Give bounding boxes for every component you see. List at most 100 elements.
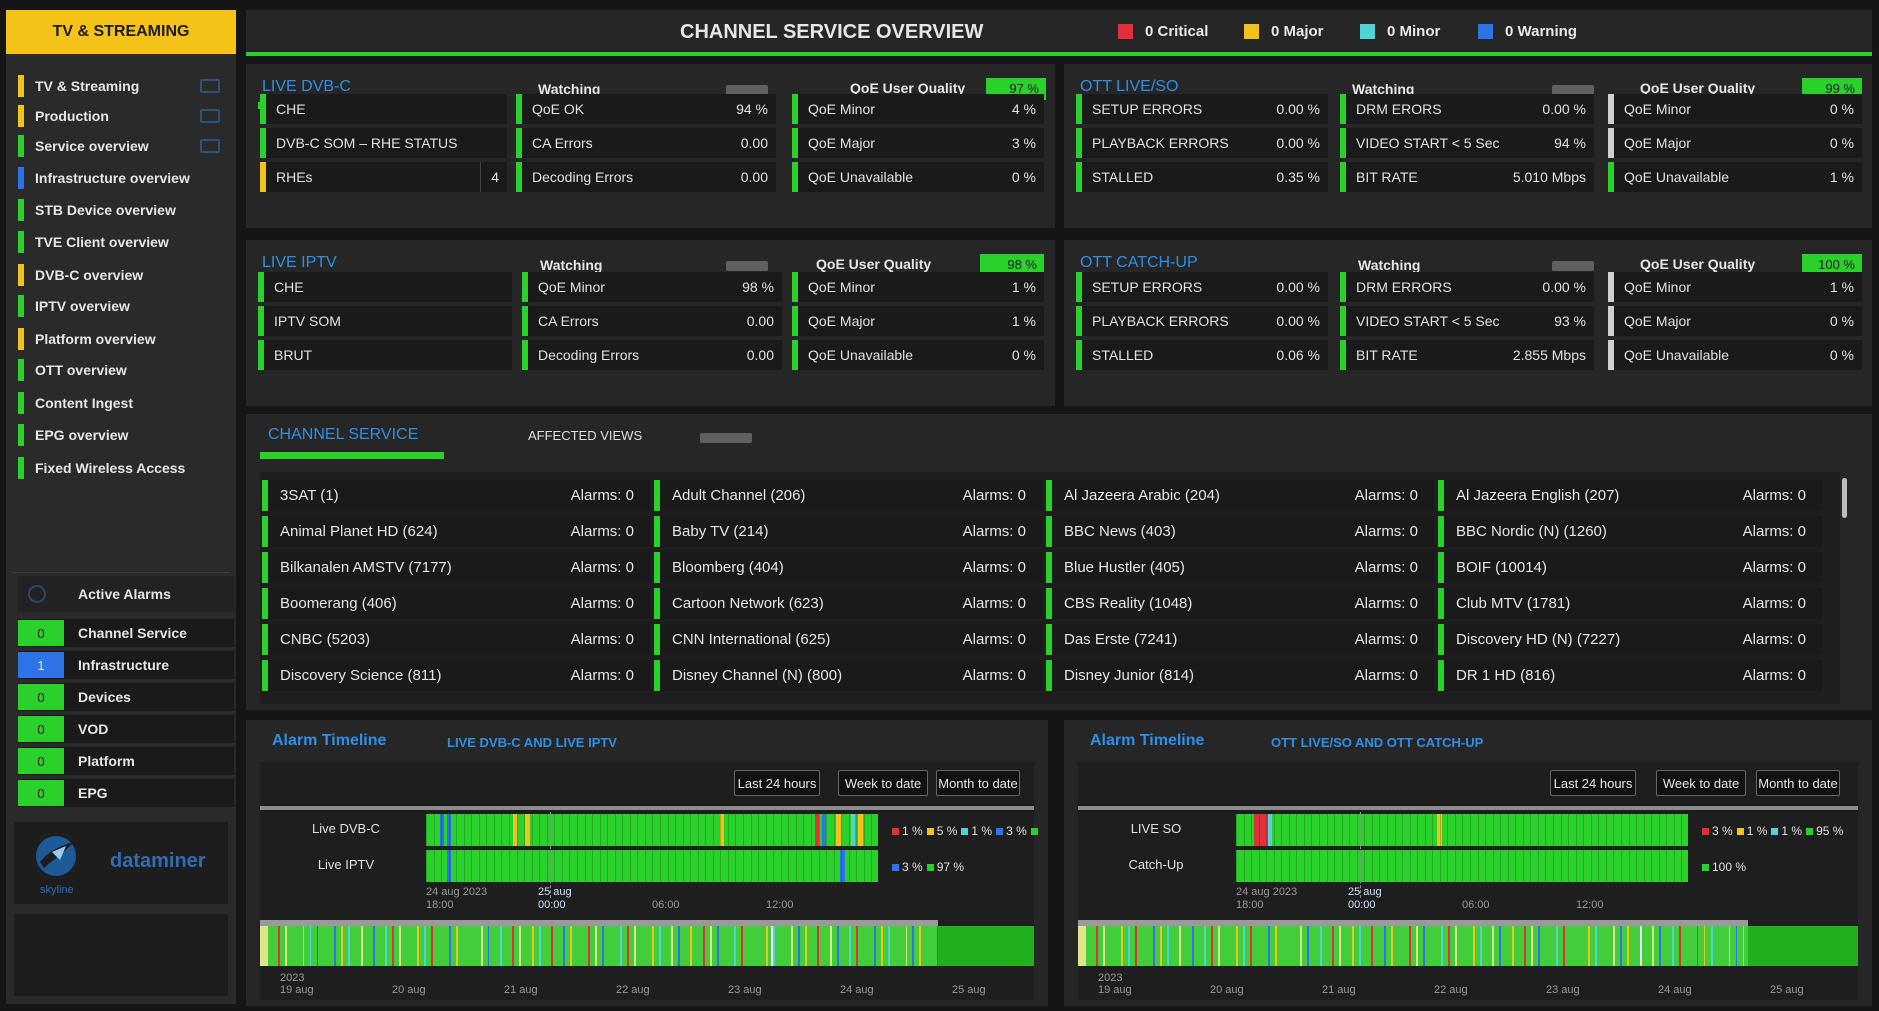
kpi-cell-bit-rate[interactable]: BIT RATE 2.855 Mbps [1340,340,1594,370]
channel-row[interactable]: 3SAT (1) Alarms: 0 [262,480,650,511]
sidebar-title[interactable]: TV & STREAMING [6,10,236,54]
sidebar-item-production[interactable]: Production [18,103,238,129]
channel-row[interactable]: CBS Reality (1048) Alarms: 0 [1046,588,1434,619]
overview-strip[interactable] [1078,926,1858,966]
kpi-cell-ca-errors[interactable]: CA Errors 0.00 [522,306,782,336]
alarm-row-infrastructure[interactable]: 1 Infrastructure [18,651,234,679]
overview-tick: 25 aug [952,984,986,996]
kpi-cell-playback-errors[interactable]: PLAYBACK ERRORS 0.00 % [1076,306,1328,336]
kpi-cell-qoe-minor[interactable]: QoE Minor 98 % [522,272,782,302]
kpi-cell-stalled[interactable]: STALLED 0.06 % [1076,340,1328,370]
channel-row[interactable]: Club MTV (1781) Alarms: 0 [1438,588,1822,619]
kpi-cell-che[interactable]: CHE [260,94,507,124]
timeline-bar[interactable] [426,850,878,882]
kpi-cell-drm-erors[interactable]: DRM ERORS 0.00 % [1340,94,1594,124]
sidebar-item-ott-overview[interactable]: OTT overview [18,357,238,383]
dashboard-icon[interactable] [200,79,220,93]
kpi-cell-qoe-major[interactable]: QoE Major 0 % [1608,306,1862,336]
kpi-cell-qoe-minor[interactable]: QoE Minor 0 % [1608,94,1862,124]
timeline-bar[interactable] [1236,814,1688,846]
kpi-cell-che[interactable]: CHE [258,272,512,302]
sidebar-item-stb-device-overview[interactable]: STB Device overview [18,197,238,223]
alarm-row-vod[interactable]: 0 VOD [18,715,234,743]
kpi-cell-qoe-unavailable[interactable]: QoE Unavailable 1 % [1608,162,1862,192]
channel-row[interactable]: BBC News (403) Alarms: 0 [1046,516,1434,547]
range-button-month-to-date[interactable]: Month to date [936,770,1020,796]
channel-row[interactable]: CNBC (5203) Alarms: 0 [262,624,650,655]
timeline-bar[interactable] [1236,850,1688,882]
alarm-row-epg[interactable]: 0 EPG [18,779,234,807]
sidebar-item-iptv-overview[interactable]: IPTV overview [18,293,238,319]
kpi-cell-dvb-c-som-rhe-status[interactable]: DVB-C SOM – RHE STATUS [260,128,507,158]
kpi-cell-ca-errors[interactable]: CA Errors 0.00 [516,128,776,158]
kpi-cell-qoe-major[interactable]: QoE Major 3 % [792,128,1044,158]
panel-title[interactable]: LIVE IPTV [262,254,337,272]
dashboard-icon[interactable] [200,139,220,153]
kpi-cell-iptv-som[interactable]: IPTV SOM [258,306,512,336]
channel-row[interactable]: Discovery Science (811) Alarms: 0 [262,660,650,691]
kpi-cell-rhes[interactable]: RHEs 4 [260,162,507,192]
range-button-last-24-hours[interactable]: Last 24 hours [734,770,820,796]
range-button-last-24-hours[interactable]: Last 24 hours [1550,770,1636,796]
dashboard-icon[interactable] [200,109,220,123]
kpi-cell-video-start-5-sec[interactable]: VIDEO START < 5 Sec 93 % [1340,306,1594,336]
panel-title[interactable]: OTT CATCH-UP [1080,254,1198,272]
channel-row[interactable]: Bloomberg (404) Alarms: 0 [654,552,1042,583]
kpi-cell-stalled[interactable]: STALLED 0.35 % [1076,162,1328,192]
channel-row[interactable]: Cartoon Network (623) Alarms: 0 [654,588,1042,619]
kpi-cell-playback-errors[interactable]: PLAYBACK ERRORS 0.00 % [1076,128,1328,158]
kpi-cell-video-start-5-sec[interactable]: VIDEO START < 5 Sec 94 % [1340,128,1594,158]
kpi-cell-qoe-minor[interactable]: QoE Minor 1 % [1608,272,1862,302]
timeline-bar[interactable] [426,814,878,846]
alarm-row-channel-service[interactable]: 0 Channel Service [18,619,234,647]
alarm-row-devices[interactable]: 0 Devices [18,683,234,711]
kpi-cell-setup-errors[interactable]: SETUP ERRORS 0.00 % [1076,272,1328,302]
kpi-cell-qoe-unavailable[interactable]: QoE Unavailable 0 % [792,162,1044,192]
kpi-cell-setup-errors[interactable]: SETUP ERRORS 0.00 % [1076,94,1328,124]
kpi-cell-qoe-unavailable[interactable]: QoE Unavailable 0 % [792,340,1044,370]
channel-row[interactable]: Blue Hustler (405) Alarms: 0 [1046,552,1434,583]
kpi-cell-qoe-major[interactable]: QoE Major 0 % [1608,128,1862,158]
kpi-cell-qoe-ok[interactable]: QoE OK 94 % [516,94,776,124]
sidebar-item-service-overview[interactable]: Service overview [18,133,238,159]
channel-row[interactable]: Bilkanalen AMSTV (7177) Alarms: 0 [262,552,650,583]
sidebar-item-tve-client-overview[interactable]: TVE Client overview [18,229,238,255]
channel-row[interactable]: DR 1 HD (816) Alarms: 0 [1438,660,1822,691]
kpi-cell-qoe-minor[interactable]: QoE Minor 4 % [792,94,1044,124]
kpi-cell-qoe-major[interactable]: QoE Major 1 % [792,306,1044,336]
kpi-cell-brut[interactable]: BRUT [258,340,512,370]
channel-row[interactable]: Al Jazeera Arabic (204) Alarms: 0 [1046,480,1434,511]
kpi-cell-decoding-errors[interactable]: Decoding Errors 0.00 [522,340,782,370]
kpi-cell-decoding-errors[interactable]: Decoding Errors 0.00 [516,162,776,192]
sidebar-item-content-ingest[interactable]: Content Ingest [18,390,238,416]
overview-strip[interactable] [260,926,1034,966]
channel-row[interactable]: Baby TV (214) Alarms: 0 [654,516,1042,547]
range-button-month-to-date[interactable]: Month to date [1756,770,1840,796]
channel-row[interactable]: CNN International (625) Alarms: 0 [654,624,1042,655]
kpi-cell-bit-rate[interactable]: BIT RATE 5.010 Mbps [1340,162,1594,192]
sidebar-item-fixed-wireless-access[interactable]: Fixed Wireless Access [18,455,238,481]
channel-row[interactable]: BOIF (10014) Alarms: 0 [1438,552,1822,583]
kpi-cell-drm-errors[interactable]: DRM ERRORS 0.00 % [1340,272,1594,302]
logo-brand: skyline [40,884,74,896]
sidebar-item-platform-overview[interactable]: Platform overview [18,326,238,352]
channel-row[interactable]: Discovery HD (N) (7227) Alarms: 0 [1438,624,1822,655]
sidebar-item-epg-overview[interactable]: EPG overview [18,422,238,448]
channel-row[interactable]: Al Jazeera English (207) Alarms: 0 [1438,480,1822,511]
channel-row[interactable]: Das Erste (7241) Alarms: 0 [1046,624,1434,655]
kpi-cell-qoe-minor[interactable]: QoE Minor 1 % [792,272,1044,302]
channel-row[interactable]: Adult Channel (206) Alarms: 0 [654,480,1042,511]
sidebar-item-infrastructure-overview[interactable]: Infrastructure overview [18,165,238,191]
channel-row[interactable]: BBC Nordic (N) (1260) Alarms: 0 [1438,516,1822,547]
channel-row[interactable]: Boomerang (406) Alarms: 0 [262,588,650,619]
channel-row[interactable]: Disney Junior (814) Alarms: 0 [1046,660,1434,691]
channel-row[interactable]: Animal Planet HD (624) Alarms: 0 [262,516,650,547]
range-button-week-to-date[interactable]: Week to date [838,770,928,796]
kpi-cell-qoe-unavailable[interactable]: QoE Unavailable 0 % [1608,340,1862,370]
sidebar-item-dvb-c-overview[interactable]: DVB-C overview [18,262,238,288]
sidebar-item-tv-streaming[interactable]: TV & Streaming [18,73,238,99]
range-button-week-to-date[interactable]: Week to date [1656,770,1746,796]
channel-row[interactable]: Disney Channel (N) (800) Alarms: 0 [654,660,1042,691]
channel-list-scrollbar[interactable] [1842,478,1847,518]
alarm-row-platform[interactable]: 0 Platform [18,747,234,775]
